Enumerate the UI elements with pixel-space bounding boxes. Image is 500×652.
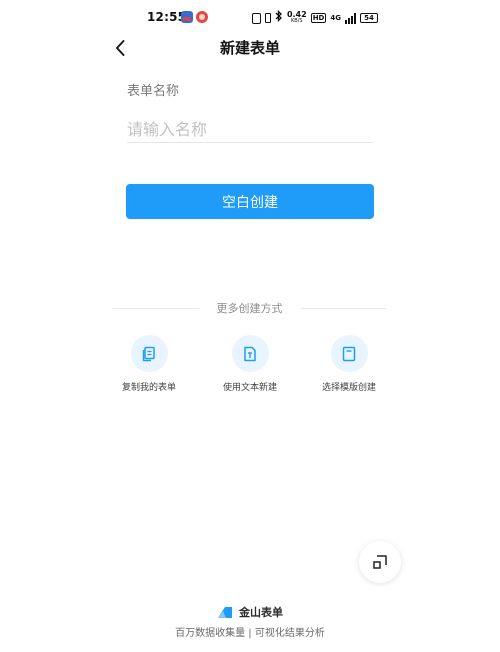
battery-icon: 54 [360,13,378,23]
floating-window-icon [373,555,387,569]
copy-icon [142,346,155,361]
copy-my-form-option[interactable]: 复制我的表单 [99,335,199,393]
bluetooth-icon [275,9,283,27]
template-create-label: 选择模版创建 [321,383,376,393]
new-form-screen: 12:55 0.42 KB/S HD 4G 54 新建表单 表单名称 请输入名称… [0,0,500,652]
status-icons: 0.42 KB/S HD 4G 54 [251,9,378,27]
signal-icon [345,12,356,24]
notification-app-icon [196,11,208,23]
copy-my-form-label: 复制我的表单 [121,383,176,393]
brand-row: 金山表单 [0,604,500,620]
divider-line-right [300,307,386,309]
option-icon-circle [231,335,269,372]
status-bar: 12:55 0.42 KB/S HD 4G 54 [0,8,500,30]
brand-name: 金山表单 [239,606,283,619]
text-new-label: 使用文本新建 [222,383,277,393]
brand-logo-icon [218,607,232,618]
floating-window-button[interactable] [359,541,401,583]
brand-slogan: 百万数据收集量 | 可视化结果分析 [175,628,325,639]
network-type: 4G [330,14,341,22]
option-icon-circle [330,335,368,372]
text-new-option[interactable]: 使用文本新建 [200,335,300,393]
divider-line-left [113,307,199,309]
network-speed-value: 0.42 [286,10,307,19]
more-methods-divider: 更多创建方式 [113,299,386,317]
header: 新建表单 [0,34,500,62]
network-speed-unit: KB/S [291,18,303,24]
page-title: 新建表单 [219,39,280,57]
notification-app-icon [181,11,193,23]
network-speed: 0.42 KB/S [287,11,307,25]
form-name-label: 表单名称 [127,84,180,99]
form-name-input[interactable] [127,116,373,143]
template-create-option[interactable]: 选择模版创建 [299,335,399,393]
hd-badge: HD [310,13,327,23]
template-icon [342,346,356,361]
blank-create-button[interactable]: 空白创建 [126,184,374,219]
more-methods-title: 更多创建方式 [216,302,283,315]
text-file-icon [244,346,256,361]
vibrate-icon [264,13,271,23]
option-icon-circle [130,335,168,372]
nfc-icon [251,12,261,24]
